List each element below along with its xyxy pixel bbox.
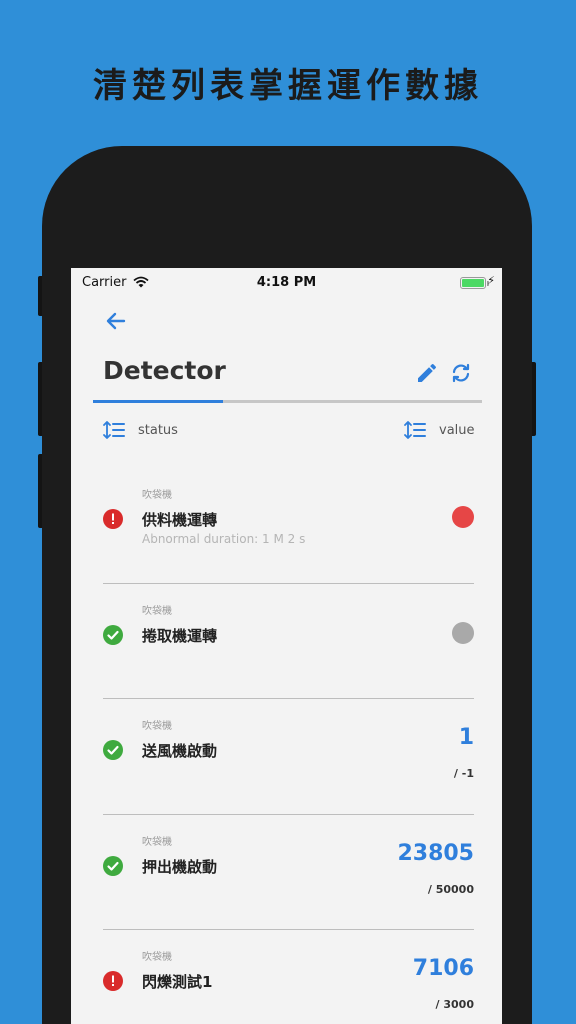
tab-active-indicator[interactable] bbox=[93, 400, 223, 403]
page-title: Detector bbox=[103, 356, 226, 385]
back-arrow-icon[interactable] bbox=[101, 306, 131, 336]
item-target: / 50000 bbox=[427, 882, 474, 896]
list-item[interactable]: 吹袋機 閃爍測試1 7106 / 3000 bbox=[103, 930, 474, 1024]
red-status-dot bbox=[452, 506, 474, 528]
promo-title: 清楚列表掌握運作數據 bbox=[93, 66, 483, 106]
refresh-sync-icon[interactable] bbox=[449, 361, 473, 385]
error-status-icon bbox=[103, 971, 123, 991]
status-bar: Carrier 4:18 PM ⚡ bbox=[71, 268, 502, 298]
charging-bolt-icon: ⚡ bbox=[487, 274, 495, 287]
item-value: 1 bbox=[458, 725, 474, 750]
item-name: 送風機啟動 bbox=[142, 742, 218, 760]
list-item[interactable]: 吹袋機 捲取機運轉 bbox=[103, 584, 474, 699]
item-name: 捲取機運轉 bbox=[142, 626, 218, 645]
check-status-icon bbox=[103, 855, 123, 876]
check-status-icon bbox=[103, 740, 123, 760]
battery-icon bbox=[460, 277, 489, 289]
item-target: / -1 bbox=[453, 767, 474, 780]
item-category: 吹袋機 bbox=[142, 836, 172, 848]
sort-value-label[interactable]: value bbox=[439, 423, 475, 438]
pencil-edit-icon[interactable] bbox=[415, 361, 439, 385]
error-status-icon bbox=[103, 509, 123, 529]
sort-status-icon[interactable] bbox=[103, 420, 125, 440]
detector-list: 吹袋機 供料機運轉 Abnormal duration: 1 M 2 s 吹袋機… bbox=[103, 468, 474, 1024]
sort-value-icon[interactable] bbox=[404, 420, 426, 440]
list-item[interactable]: 吹袋機 送風機啟動 1 / -1 bbox=[103, 699, 474, 815]
item-category: 吹袋機 bbox=[142, 721, 172, 732]
list-item[interactable]: 吹袋機 押出機啟動 23805 / 50000 bbox=[103, 815, 474, 930]
item-category: 吹袋機 bbox=[142, 490, 172, 501]
item-name: 押出機啟動 bbox=[142, 857, 218, 876]
sort-status-label[interactable]: status bbox=[138, 423, 178, 438]
gray-status-dot bbox=[452, 621, 474, 644]
list-item[interactable]: 吹袋機 供料機運轉 Abnormal duration: 1 M 2 s bbox=[103, 468, 474, 584]
app-screen: Carrier 4:18 PM ⚡ Detector status value … bbox=[71, 268, 502, 1024]
item-name: 供料機運轉 bbox=[142, 511, 218, 529]
battery-fill bbox=[462, 279, 484, 287]
item-category: 吹袋機 bbox=[142, 952, 172, 963]
item-value: 7106 bbox=[412, 956, 474, 981]
item-target: / 3000 bbox=[435, 998, 474, 1011]
clock-time: 4:18 PM bbox=[256, 275, 317, 290]
item-value: 23805 bbox=[397, 840, 474, 866]
item-name: 閃爍測試1 bbox=[142, 973, 213, 991]
check-status-icon bbox=[103, 624, 123, 645]
item-category: 吹袋機 bbox=[142, 605, 172, 617]
item-detail: Abnormal duration: 1 M 2 s bbox=[142, 532, 306, 546]
